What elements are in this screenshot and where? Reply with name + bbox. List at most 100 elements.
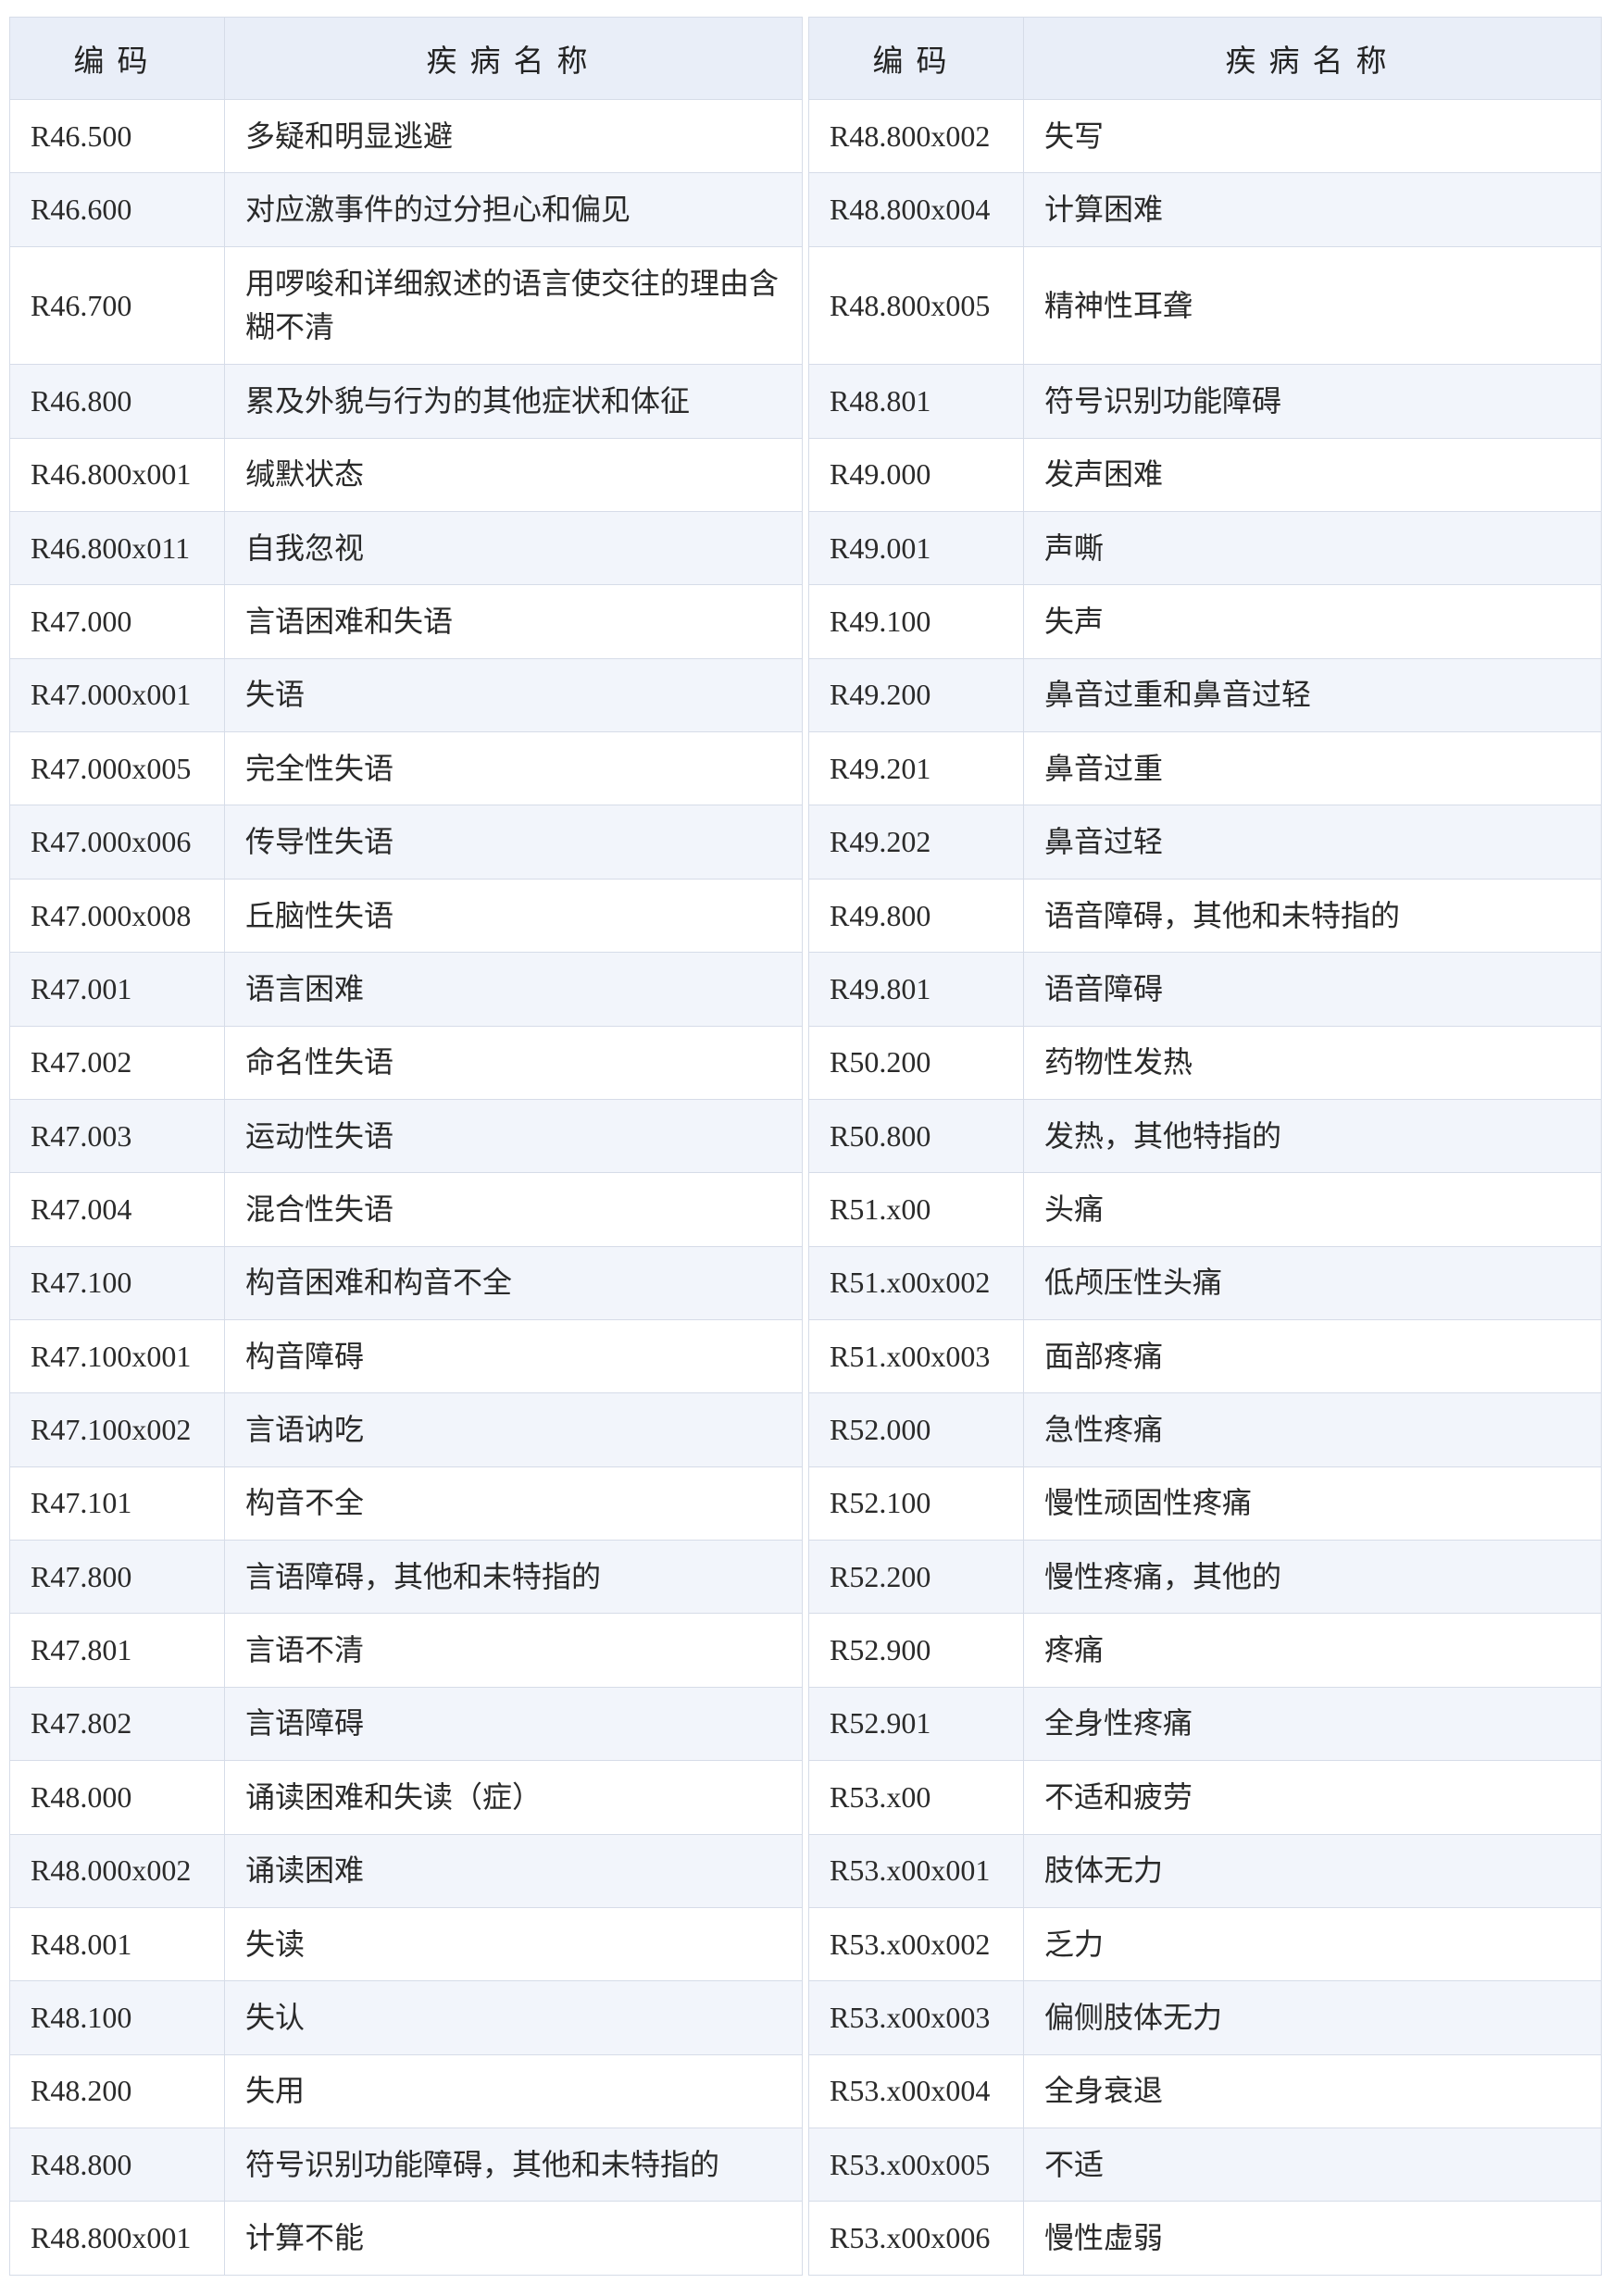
disease-code: R46.800x001 — [9, 437, 225, 513]
disease-code: R47.100x001 — [9, 1318, 225, 1394]
disease-code: R51.x00x003 — [808, 1318, 1024, 1394]
table-row: R51.x00x003 面部疼痛 — [808, 1318, 1602, 1394]
table-row: R48.001 失读 — [9, 1906, 803, 1982]
disease-code: R46.800 — [9, 364, 225, 439]
disease-name: 对应激事件的过分担心和偏见 — [224, 172, 803, 247]
disease-name: 不适 — [1023, 2127, 1602, 2202]
header-name: 疾病名称 — [224, 17, 803, 100]
disease-name: 全身衰退 — [1023, 2053, 1602, 2128]
disease-name: 头痛 — [1023, 1172, 1602, 1247]
table-row: R49.202 鼻音过轻 — [808, 805, 1602, 880]
disease-code: R47.801 — [9, 1613, 225, 1688]
table-row: R49.201 鼻音过重 — [808, 731, 1602, 806]
table-row: R49.000 发声困难 — [808, 437, 1602, 513]
right-code-table: 编码 疾病名称 R48.800x002 失写 R48.800x004 计算困难 R48.… — [808, 17, 1602, 2276]
disease-name: 失语 — [224, 657, 803, 733]
table-row: R47.001 语言困难 — [9, 952, 803, 1027]
left-code-table: 编码 疾病名称 R46.500 多疑和明显逃避 R46.600 对应激事件的过分担心和… — [9, 17, 803, 2276]
disease-name: 疼痛 — [1023, 1613, 1602, 1688]
table-row: R48.000x002 诵读困难 — [9, 1833, 803, 1908]
disease-code: R46.500 — [9, 98, 225, 174]
disease-name: 乏力 — [1023, 1906, 1602, 1982]
disease-code: R49.201 — [808, 731, 1024, 806]
disease-code: R52.000 — [808, 1392, 1024, 1467]
disease-code: R47.000x001 — [9, 657, 225, 733]
disease-name: 精神性耳聋 — [1023, 245, 1602, 366]
table-row: R51.x00 头痛 — [808, 1172, 1602, 1247]
table-row: R48.200 失用 — [9, 2053, 803, 2128]
disease-name: 失声 — [1023, 584, 1602, 659]
disease-code: R47.000x008 — [9, 878, 225, 954]
disease-name: 不适和疲劳 — [1023, 1760, 1602, 1835]
disease-name: 急性疼痛 — [1023, 1392, 1602, 1467]
table-row: R47.000 言语困难和失语 — [9, 584, 803, 659]
disease-name: 语音障碍，其他和未特指的 — [1023, 878, 1602, 954]
disease-code: R47.002 — [9, 1025, 225, 1100]
disease-name: 累及外貌与行为的其他症状和体征 — [224, 364, 803, 439]
disease-name: 命名性失语 — [224, 1025, 803, 1100]
table-row: R52.900 疼痛 — [808, 1613, 1602, 1688]
table-row: R48.800x001 计算不能 — [9, 2201, 803, 2276]
disease-name: 面部疼痛 — [1023, 1318, 1602, 1394]
table-row: R48.100 失认 — [9, 1980, 803, 2055]
document-page: 编码 疾病名称 R46.500 多疑和明显逃避 R46.600 对应激事件的过分担心和… — [9, 17, 1602, 2276]
disease-code: R47.001 — [9, 952, 225, 1027]
right-table-body: R48.800x002 失写 R48.800x004 计算困难 R48.800x005 精… — [808, 98, 1602, 2276]
disease-name: 声嘶 — [1023, 511, 1602, 586]
table-row: R49.001 声嘶 — [808, 511, 1602, 586]
table-row: R47.000x006 传导性失语 — [9, 805, 803, 880]
table-row: R49.200 鼻音过重和鼻音过轻 — [808, 657, 1602, 733]
table-row: R48.800x002 失写 — [808, 98, 1602, 174]
header-row: 编码 疾病名称 — [9, 17, 803, 100]
disease-name: 慢性顽固性疼痛 — [1023, 1466, 1602, 1541]
disease-code: R48.000 — [9, 1760, 225, 1835]
disease-name: 言语障碍，其他和未特指的 — [224, 1540, 803, 1615]
disease-code: R53.x00x003 — [808, 1980, 1024, 2055]
table-row: R47.802 言语障碍 — [9, 1686, 803, 1762]
disease-code: R51.x00 — [808, 1172, 1024, 1247]
table-row: R46.600 对应激事件的过分担心和偏见 — [9, 172, 803, 247]
disease-code: R50.800 — [808, 1098, 1024, 1174]
disease-code: R49.202 — [808, 805, 1024, 880]
disease-code: R49.100 — [808, 584, 1024, 659]
header-name: 疾病名称 — [1023, 17, 1602, 100]
disease-code: R47.100 — [9, 1245, 225, 1320]
table-row: R47.000x005 完全性失语 — [9, 731, 803, 806]
disease-name: 传导性失语 — [224, 805, 803, 880]
disease-code: R53.x00x002 — [808, 1906, 1024, 1982]
table-row: R52.000 急性疼痛 — [808, 1392, 1602, 1467]
disease-name: 符号识别功能障碍，其他和未特指的 — [224, 2127, 803, 2202]
table-row: R49.801 语音障碍 — [808, 952, 1602, 1027]
table-pair: 编码 疾病名称 R46.500 多疑和明显逃避 R46.600 对应激事件的过分担心和… — [9, 17, 1602, 2276]
table-row: R53.x00x004 全身衰退 — [808, 2053, 1602, 2128]
left-table-body: R46.500 多疑和明显逃避 R46.600 对应激事件的过分担心和偏见 R46.70… — [9, 98, 803, 2276]
disease-name: 诵读困难和失读（症） — [224, 1760, 803, 1835]
disease-code: R47.802 — [9, 1686, 225, 1762]
table-row: R47.003 运动性失语 — [9, 1098, 803, 1174]
disease-name: 计算困难 — [1023, 172, 1602, 247]
header-code: 编码 — [9, 17, 225, 100]
disease-name: 药物性发热 — [1023, 1025, 1602, 1100]
disease-code: R46.700 — [9, 245, 225, 366]
disease-code: R49.801 — [808, 952, 1024, 1027]
disease-name: 多疑和明显逃避 — [224, 98, 803, 174]
disease-code: R48.100 — [9, 1980, 225, 2055]
disease-name: 全身性疼痛 — [1023, 1686, 1602, 1762]
disease-name: 言语困难和失语 — [224, 584, 803, 659]
table-row: R48.801 符号识别功能障碍 — [808, 364, 1602, 439]
table-row: R53.x00 不适和疲劳 — [808, 1760, 1602, 1835]
disease-code: R51.x00x002 — [808, 1245, 1024, 1320]
table-row: R53.x00x005 不适 — [808, 2127, 1602, 2202]
disease-name: 计算不能 — [224, 2201, 803, 2276]
table-row: R48.800x004 计算困难 — [808, 172, 1602, 247]
disease-name: 完全性失语 — [224, 731, 803, 806]
table-row: R48.800 符号识别功能障碍，其他和未特指的 — [9, 2127, 803, 2202]
disease-name: 低颅压性头痛 — [1023, 1245, 1602, 1320]
disease-code: R47.004 — [9, 1172, 225, 1247]
disease-code: R47.000x005 — [9, 731, 225, 806]
disease-name: 失认 — [224, 1980, 803, 2055]
disease-code: R47.003 — [9, 1098, 225, 1174]
disease-code: R52.200 — [808, 1540, 1024, 1615]
table-row: R49.100 失声 — [808, 584, 1602, 659]
disease-name: 运动性失语 — [224, 1098, 803, 1174]
